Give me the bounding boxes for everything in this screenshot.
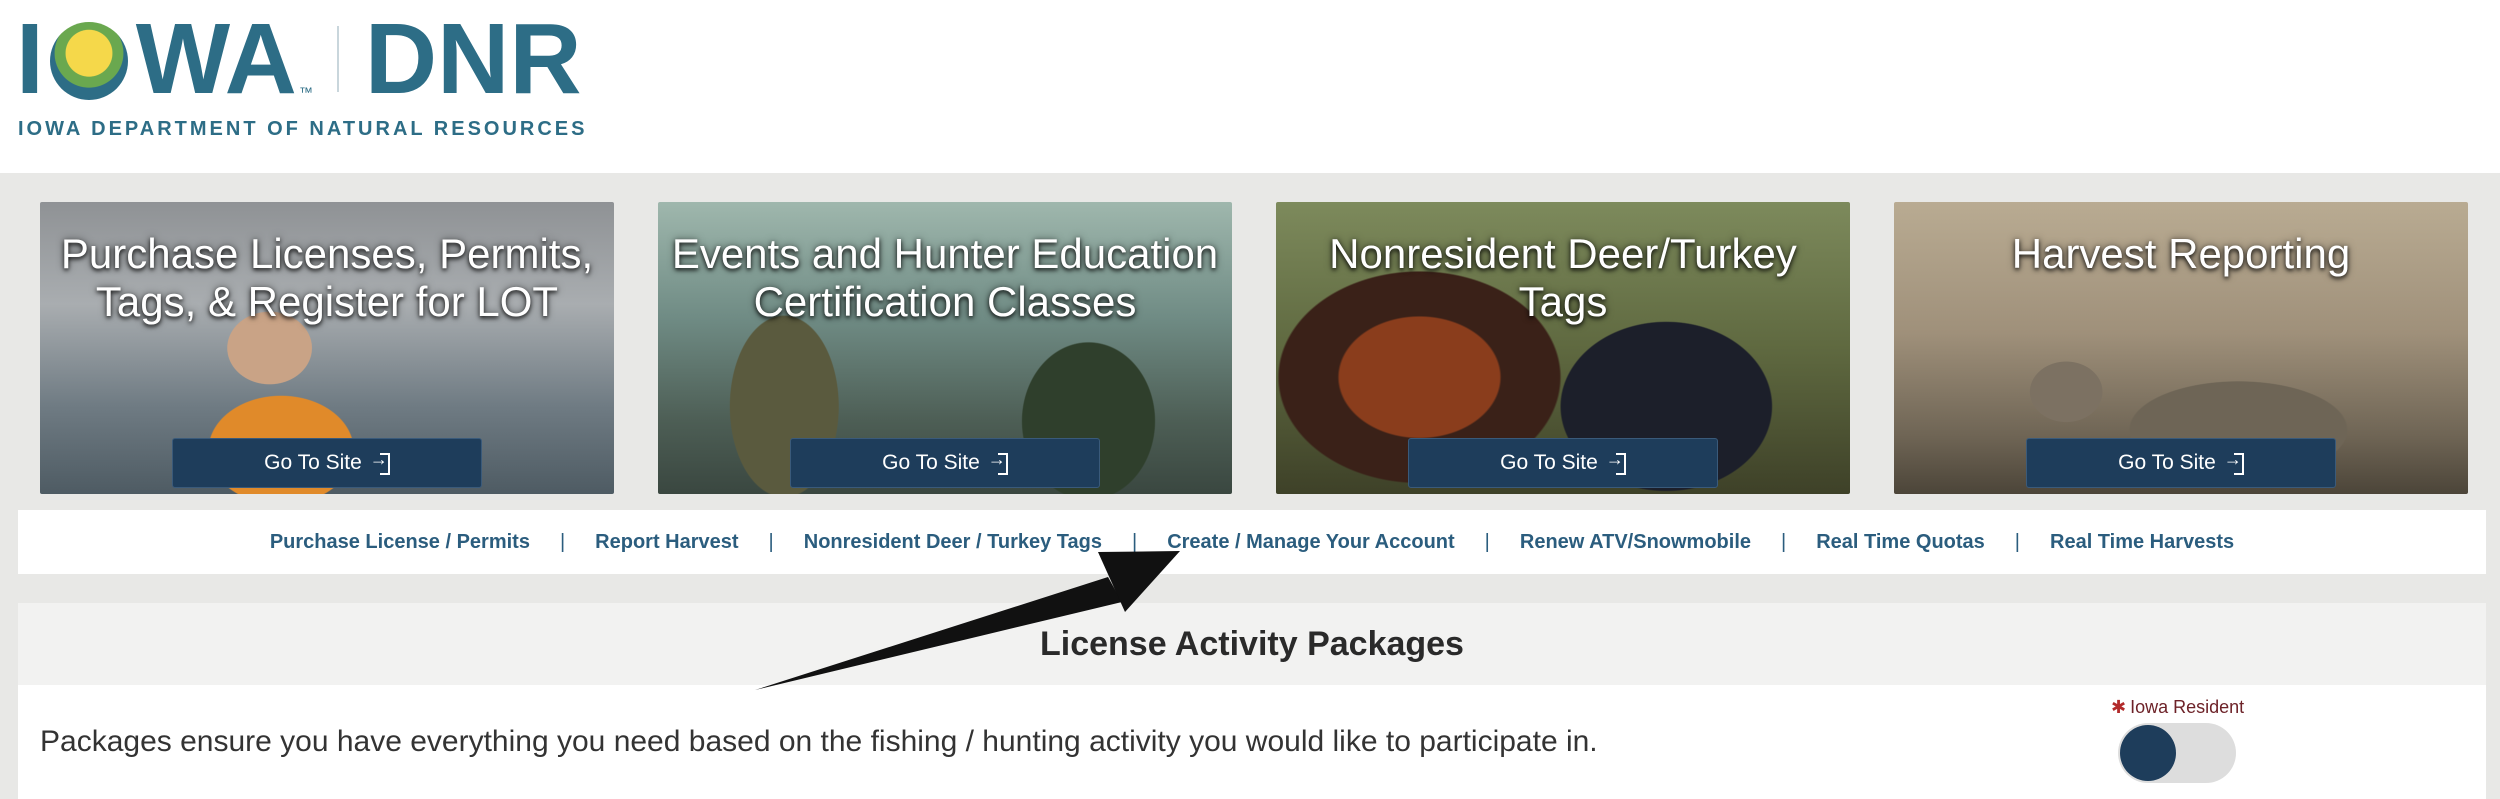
required-asterisk-icon: ✱ [2111,697,2127,717]
iowa-dnr-logo[interactable]: I WA ™ DNR IOWA DEPARTMENT OF NATURAL RE… [16,3,616,154]
logo-letter-i: I [16,3,44,115]
nav-separator: | [1781,530,1787,553]
card-title: Harvest Reporting [2011,230,2351,277]
nav-link-nonresident-tags[interactable]: Nonresident Deer / Turkey Tags [804,531,1102,554]
nav-link-renew-atv[interactable]: Renew ATV/Snowmobile [1520,531,1751,554]
packages-description: Packages ensure you have everything you … [40,725,1598,758]
card-title: Nonresident Deer/Turkey Tags [1329,230,1797,325]
iowa-resident-toggle[interactable] [2118,723,2236,783]
nav-link-report-harvest[interactable]: Report Harvest [595,531,738,554]
go-to-site-label: Go To Site [2118,451,2216,474]
nav-link-purchase-license[interactable]: Purchase License / Permits [270,531,530,554]
logo-subtitle: IOWA DEPARTMENT OF NATURAL RESOURCES [18,118,588,140]
external-link-icon [370,449,390,475]
go-to-site-button[interactable]: Go To Site [1408,438,1718,488]
card-title: Purchase Licenses, Permits, Tags, & Regi… [60,230,594,325]
external-link-icon [2224,449,2244,475]
iowa-resident-label: ✱ Iowa Resident [2111,697,2244,718]
card-nonresident-deer-turkey[interactable]: Nonresident Deer/Turkey Tags Go To Site [1276,202,1850,494]
logo-letters-dnr: DNR [364,3,582,115]
packages-header: License Activity Packages [18,603,2486,685]
nav-separator: | [559,530,566,553]
card-title: Events and Hunter Education Certificatio… [671,230,1219,325]
go-to-site-button[interactable]: Go To Site [2026,438,2336,488]
logo-wordmark: I WA ™ DNR [16,3,582,115]
nav-separator: | [768,530,774,553]
nav-separator: | [1484,530,1490,553]
logo-letters-wa: WA [135,3,297,115]
packages-title: License Activity Packages [1040,624,1464,663]
go-to-site-label: Go To Site [882,451,980,474]
card-harvest-reporting[interactable]: Harvest Reporting Go To Site [1894,202,2468,494]
external-link-icon [1606,449,1626,475]
sun-logo-icon [49,22,128,100]
quick-links-nav: Purchase License / Permits | Report Harv… [18,510,2486,574]
logo-divider [336,26,339,92]
nav-separator: | [2014,530,2020,553]
nav-separator: | [1131,530,1138,553]
site-header: I WA ™ DNR IOWA DEPARTMENT OF NATURAL RE… [0,0,2500,173]
card-purchase-licenses[interactable]: Purchase Licenses, Permits, Tags, & Regi… [40,202,614,494]
toggle-knob [2120,725,2176,781]
iowa-resident-text: Iowa Resident [2130,697,2245,717]
card-events-hunter-education[interactable]: Events and Hunter Education Certificatio… [658,202,1232,494]
feature-cards: Purchase Licenses, Permits, Tags, & Regi… [40,202,2470,494]
nav-link-real-time-quotas[interactable]: Real Time Quotas [1816,531,1985,554]
trademark-mark: ™ [298,84,313,100]
go-to-site-button[interactable]: Go To Site [790,438,1100,488]
nav-link-real-time-harvests[interactable]: Real Time Harvests [2050,531,2234,554]
packages-body: Packages ensure you have everything you … [18,685,2486,799]
go-to-site-button[interactable]: Go To Site [172,438,482,488]
external-link-icon [988,449,1008,475]
nav-link-manage-account[interactable]: Create / Manage Your Account [1167,531,1454,554]
go-to-site-label: Go To Site [1500,451,1598,474]
go-to-site-label: Go To Site [264,451,362,474]
